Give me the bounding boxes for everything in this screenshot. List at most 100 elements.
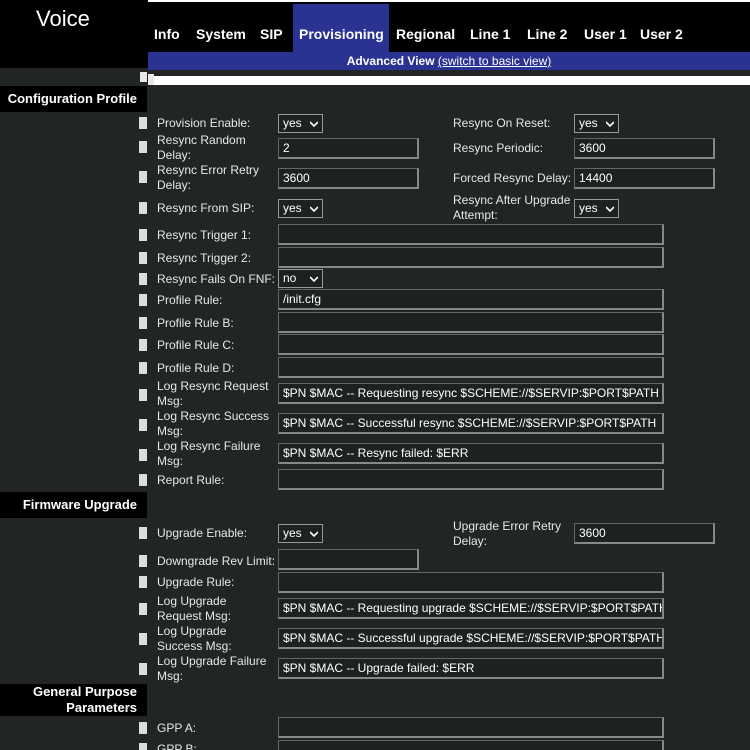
- row-marker: [139, 252, 147, 264]
- resync-random-delay-label-line1: Resync Random: [157, 133, 246, 147]
- resync-after-upgrade-value: yes: [579, 201, 598, 215]
- log-upgrade-request-label: Log Upgrade Request Msg:: [157, 594, 231, 624]
- profile-rule-input[interactable]: /init.cfg: [278, 289, 664, 310]
- profile-rule-c-input[interactable]: [278, 334, 664, 355]
- section-gpp-line1: General Purpose: [32, 684, 137, 699]
- log-upgrade-failure-input[interactable]: $PN $MAC -- Upgrade failed: $ERR: [278, 658, 664, 679]
- resync-error-retry-input[interactable]: 3600: [278, 168, 419, 189]
- log-resync-failure-label-line2: Msg:: [157, 454, 184, 468]
- tab-sip[interactable]: SIP: [254, 4, 289, 52]
- downgrade-rev-limit-label: Downgrade Rev Limit:: [157, 554, 276, 568]
- row-marker: [139, 474, 147, 486]
- forced-resync-delay-input[interactable]: 14400: [574, 168, 715, 189]
- profile-rule-c-label: Profile Rule C:: [157, 338, 235, 352]
- log-upgrade-failure-label: Log Upgrade Failure Msg:: [157, 654, 266, 684]
- log-upgrade-request-label-line1: Log Upgrade: [157, 594, 227, 608]
- report-rule-input[interactable]: [278, 469, 664, 490]
- row-marker: [139, 633, 147, 645]
- resync-trigger-1-label: Resync Trigger 1:: [157, 228, 252, 242]
- log-upgrade-success-label-line2: Success Msg:: [157, 639, 232, 653]
- resync-periodic-input[interactable]: 3600: [574, 138, 715, 159]
- log-resync-request-label-line2: Msg:: [157, 394, 184, 408]
- log-upgrade-success-input[interactable]: $PN $MAC -- Successful upgrade $SCHEME:/…: [278, 628, 664, 649]
- section-gpp-line2: Parameters: [66, 700, 137, 715]
- resync-on-reset-label: Resync On Reset:: [453, 116, 551, 130]
- header-brand-area: Voice: [0, 0, 148, 68]
- row-marker: [139, 576, 147, 588]
- log-resync-success-label-line1: Log Resync Success: [157, 409, 270, 423]
- upgrade-rule-input[interactable]: [278, 572, 664, 593]
- row-marker: [139, 722, 147, 734]
- tab-user-2[interactable]: User 2: [634, 4, 689, 52]
- tab-provisioning[interactable]: Provisioning: [293, 4, 389, 52]
- resync-on-reset-select[interactable]: yes: [574, 114, 619, 133]
- row-marker: [139, 317, 147, 329]
- log-resync-request-input[interactable]: $PN $MAC -- Requesting resync $SCHEME://…: [278, 383, 664, 404]
- view-mode-bar: Advanced View (switch to basic view): [148, 52, 750, 70]
- log-upgrade-success-label-line1: Log Upgrade: [157, 624, 227, 638]
- gpp-a-label: GPP A:: [157, 721, 197, 735]
- report-rule-label: Report Rule:: [157, 473, 225, 487]
- tab-line-1[interactable]: Line 1: [464, 4, 516, 52]
- resync-fails-fnf-value: no: [283, 271, 297, 285]
- frame-marker: [140, 72, 147, 82]
- log-resync-failure-input[interactable]: $PN $MAC -- Resync failed: $ERR: [278, 443, 664, 464]
- provision-enable-select[interactable]: yes: [278, 114, 323, 133]
- provision-enable-value: yes: [283, 116, 302, 130]
- upgrade-error-retry-input[interactable]: 3600: [574, 523, 715, 544]
- section-general-purpose-parameters: General Purpose Parameters: [0, 684, 147, 716]
- resync-random-delay-input[interactable]: 2: [278, 138, 419, 159]
- row-marker: [139, 555, 147, 567]
- row-marker: [139, 449, 147, 461]
- resync-fails-fnf-select[interactable]: no: [278, 269, 323, 288]
- gpp-a-input[interactable]: [278, 717, 664, 738]
- current-view-label: Advanced View: [346, 54, 435, 68]
- tab-user-1[interactable]: User 1: [578, 4, 633, 52]
- log-upgrade-failure-label-line1: Log Upgrade Failure: [157, 654, 267, 668]
- profile-rule-b-input[interactable]: [278, 312, 664, 333]
- section-firmware-upgrade: Firmware Upgrade: [0, 492, 147, 518]
- row-marker: [139, 743, 147, 750]
- log-resync-failure-label-line1: Log Resync Failure: [157, 439, 261, 453]
- gpp-b-input[interactable]: [278, 740, 664, 750]
- resync-from-sip-label: Resync From SIP:: [157, 201, 255, 215]
- resync-on-reset-value: yes: [579, 116, 598, 130]
- resync-after-upgrade-select[interactable]: yes: [574, 199, 619, 218]
- log-resync-failure-label: Log Resync Failure Msg:: [157, 439, 260, 469]
- row-marker: [139, 663, 147, 675]
- tab-system[interactable]: System: [190, 4, 252, 52]
- row-marker: [139, 603, 147, 615]
- log-upgrade-request-label-line2: Request Msg:: [157, 609, 232, 623]
- chevron-down-icon: [606, 121, 614, 128]
- resync-trigger-2-label: Resync Trigger 2:: [157, 251, 252, 265]
- resync-periodic-label: Resync Periodic:: [453, 141, 544, 155]
- tab-line-2[interactable]: Line 2: [521, 4, 573, 52]
- resync-trigger-1-input[interactable]: [278, 224, 664, 245]
- upgrade-enable-select[interactable]: yes: [278, 524, 323, 543]
- resync-trigger-2-input[interactable]: [278, 247, 664, 268]
- log-upgrade-request-input[interactable]: $PN $MAC -- Requesting upgrade $SCHEME:/…: [278, 598, 664, 619]
- downgrade-rev-limit-input[interactable]: [278, 549, 419, 570]
- row-marker: [139, 389, 147, 401]
- log-resync-success-input[interactable]: $PN $MAC -- Successful resync $SCHEME://…: [278, 413, 664, 434]
- log-upgrade-success-label: Log Upgrade Success Msg:: [157, 624, 232, 654]
- row-marker: [139, 202, 147, 214]
- tab-info[interactable]: Info: [148, 4, 186, 52]
- upgrade-rule-label: Upgrade Rule:: [157, 575, 235, 589]
- switch-basic-view-link[interactable]: (switch to basic view): [438, 54, 551, 68]
- upgrade-error-retry-label-line2: Delay:: [453, 534, 488, 548]
- row-marker: [139, 339, 147, 351]
- chevron-down-icon: [310, 276, 318, 283]
- row-marker: [139, 171, 147, 183]
- log-resync-success-label-line2: Msg:: [157, 424, 184, 438]
- chevron-down-icon: [310, 206, 318, 213]
- tab-regional[interactable]: Regional: [390, 4, 461, 52]
- resync-error-retry-label-line1: Resync Error Retry: [157, 163, 260, 177]
- row-marker: [139, 294, 147, 306]
- chevron-down-icon: [606, 206, 614, 213]
- resync-from-sip-value: yes: [283, 201, 302, 215]
- content-frame-top: [148, 70, 750, 85]
- resync-from-sip-select[interactable]: yes: [278, 199, 323, 218]
- profile-rule-d-input[interactable]: [278, 357, 664, 378]
- log-resync-request-label: Log Resync Request Msg:: [157, 379, 268, 409]
